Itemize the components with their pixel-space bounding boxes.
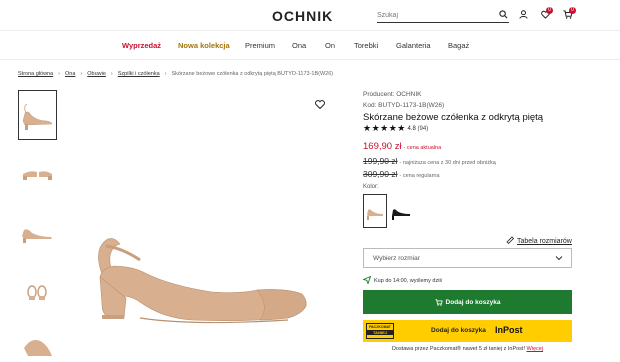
price-regular-label: - cena regularna bbox=[399, 173, 440, 179]
product-title: Skórzane beżowe czółenka z odkrytą piętą bbox=[363, 112, 544, 123]
product-main-image[interactable] bbox=[92, 222, 312, 327]
breadcrumb-pumps[interactable]: Szpilki i czółenka bbox=[118, 71, 160, 77]
color-swatch-black[interactable] bbox=[389, 194, 413, 228]
search-icon[interactable] bbox=[499, 10, 508, 19]
chevron-right-icon: › bbox=[80, 71, 83, 77]
chevron-right-icon: › bbox=[58, 71, 61, 77]
thumbnail-3[interactable] bbox=[18, 208, 57, 258]
nav-item-sale[interactable]: Wyprzedaż bbox=[122, 41, 161, 50]
wishlist-count-badge: 0 bbox=[546, 7, 553, 14]
thumbnail-1[interactable] bbox=[18, 90, 57, 140]
nav-item-luggage[interactable]: Bagaż bbox=[448, 41, 469, 50]
breadcrumb-home[interactable]: Strona główna bbox=[18, 71, 53, 77]
nav-item-premium[interactable]: Premium bbox=[245, 41, 275, 50]
price-regular-value: 309,90 zł bbox=[363, 169, 398, 179]
product-code: Kod: BUTYD-1173-1B(W26) bbox=[363, 102, 445, 109]
thumbnail-5[interactable] bbox=[18, 326, 57, 362]
cart-icon bbox=[435, 298, 443, 306]
inpost-logo: InPost bbox=[495, 325, 523, 335]
add-to-cart-label: Dodaj do koszyka bbox=[445, 298, 501, 306]
breadcrumb: Strona główna › Ona › Obuwie › Szpilki i czółe… bbox=[18, 71, 333, 77]
rating-value: 4.8 bbox=[407, 126, 416, 132]
price-regular: 309,90 zł - cena regularna bbox=[363, 164, 440, 182]
size-select-placeholder: Wybierz rozmiar bbox=[373, 254, 420, 262]
ruler-icon bbox=[506, 236, 515, 245]
main-nav: Wyprzedaż Nowa kolekcja Premium Ona On T… bbox=[0, 31, 620, 60]
breadcrumb-shoes[interactable]: Obuwie bbox=[87, 71, 106, 77]
breadcrumb-current: Skórzane beżowe czółenka z odkrytą piętą… bbox=[171, 71, 334, 77]
chevron-down-icon bbox=[555, 256, 563, 261]
shipping-text: Kup do 14:00, wyślemy dziś bbox=[374, 278, 443, 284]
size-chart-label: Tabela rozmiarów bbox=[517, 238, 572, 245]
nav-item-bags[interactable]: Torebki bbox=[354, 41, 378, 50]
chevron-right-icon: › bbox=[164, 71, 167, 77]
inpost-add-to-cart-button[interactable]: PACZKOMAT TANIEJ Dodaj do koszyka InPost bbox=[363, 320, 572, 342]
nav-item-new-collection[interactable]: Nowa kolekcja bbox=[178, 41, 230, 50]
chevron-right-icon: › bbox=[110, 71, 113, 77]
review-count: (94) bbox=[417, 126, 429, 132]
color-swatch-beige[interactable] bbox=[363, 194, 387, 228]
thumbnail-4[interactable] bbox=[18, 266, 57, 316]
account-icon[interactable] bbox=[519, 10, 528, 19]
size-select[interactable]: Wybierz rozmiar bbox=[363, 248, 572, 268]
heart-icon[interactable] bbox=[315, 100, 325, 109]
search-input[interactable] bbox=[377, 9, 509, 23]
color-label: Kolor: bbox=[363, 184, 379, 190]
delivery-more-link[interactable]: Więcej bbox=[527, 346, 544, 352]
paczkomat-badge-top: PACZKOMAT bbox=[369, 325, 391, 329]
send-icon bbox=[362, 275, 372, 285]
site-header: OCHNIK 0 0 bbox=[0, 0, 620, 31]
inpost-button-label: Dodaj do koszyka bbox=[431, 327, 486, 334]
product-rating[interactable]: ★★★★★ 4.8 (94) bbox=[363, 123, 428, 134]
nav-item-accessories[interactable]: Galanteria bbox=[396, 41, 431, 50]
delivery-promo-text: Dostawa przez Paczkomat® nawet 5 zł tani… bbox=[391, 346, 525, 352]
delivery-promo: Dostawa przez Paczkomat® nawet 5 zł tani… bbox=[363, 346, 572, 352]
product-producer: Producent: OCHNIK bbox=[363, 91, 422, 98]
nav-item-ona[interactable]: Ona bbox=[292, 41, 306, 50]
nav-item-on[interactable]: On bbox=[325, 41, 335, 50]
paczkomat-taniej-logo: PACZKOMAT TANIEJ bbox=[366, 323, 394, 339]
thumbnail-2[interactable] bbox=[18, 148, 57, 198]
cart-count-badge: 0 bbox=[569, 7, 576, 14]
shipping-info: Kup do 14:00, wyślemy dziś bbox=[362, 275, 443, 285]
brand-logo[interactable]: OCHNIK bbox=[272, 8, 333, 24]
inpost-logo-text: InPost bbox=[495, 325, 523, 335]
rating-stars-icon: ★★★★★ bbox=[363, 123, 406, 133]
breadcrumb-ona[interactable]: Ona bbox=[65, 71, 75, 77]
add-to-cart-button[interactable]: Dodaj do koszyka bbox=[363, 290, 572, 314]
size-chart-link[interactable]: Tabela rozmiarów bbox=[506, 236, 572, 245]
paczkomat-badge-bottom: TANIEJ bbox=[367, 330, 393, 335]
